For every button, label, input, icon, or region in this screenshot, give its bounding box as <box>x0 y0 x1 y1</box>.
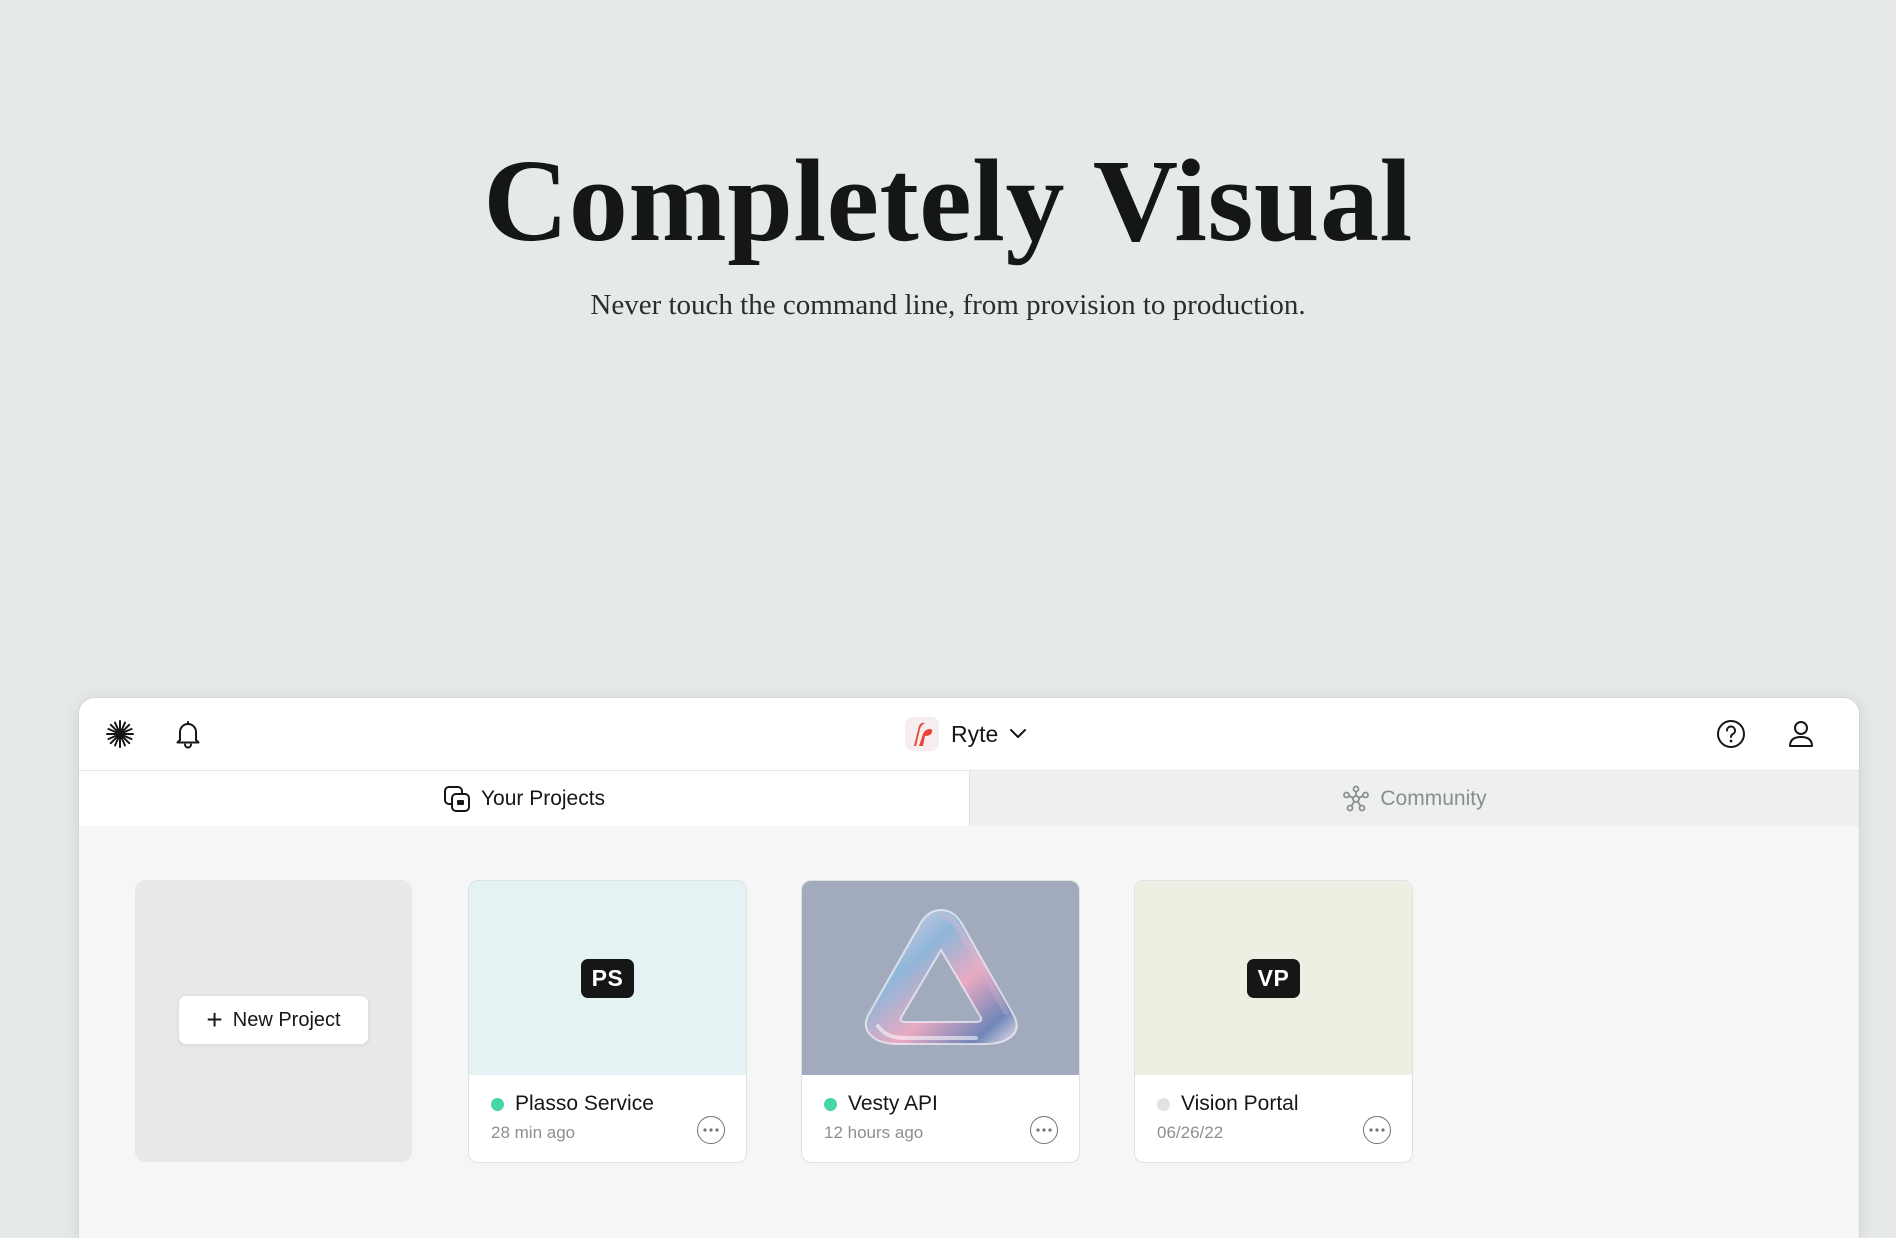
tab-community[interactable]: Community <box>969 771 1859 826</box>
project-card[interactable]: PS Plasso Service 28 min ago <box>468 880 747 1163</box>
workspace-name: Ryte <box>951 720 999 747</box>
project-initials-badge: VP <box>1246 958 1301 998</box>
project-name: Vesty API <box>848 1092 938 1115</box>
project-name: Plasso Service <box>515 1092 654 1115</box>
help-icon[interactable] <box>1713 716 1749 752</box>
hero: Completely Visual Never touch the comman… <box>0 0 1896 680</box>
projects-icon <box>443 785 470 812</box>
project-thumbnail: VP <box>1135 881 1412 1075</box>
chevron-down-icon <box>1010 729 1027 738</box>
ryte-logo <box>905 717 939 751</box>
tab-your-projects[interactable]: Your Projects <box>79 771 969 826</box>
new-project-card: + New Project <box>135 880 412 1162</box>
status-dot <box>491 1098 504 1111</box>
app-window: Ryte Your Projects Community + New Proje… <box>79 698 1859 1238</box>
project-updated-time: 12 hours ago <box>824 1123 924 1142</box>
project-initials-badge: PS <box>580 958 635 998</box>
projects-grid: + New Project PS Plasso Service 28 min a… <box>79 826 1859 1238</box>
tab-bar: Your Projects Community <box>79 771 1859 826</box>
plus-icon: + <box>206 1004 223 1035</box>
project-thumbnail: PS <box>469 881 746 1075</box>
project-card[interactable]: VP Vision Portal 06/26/22 <box>1134 880 1413 1163</box>
tab-label: Your Projects <box>480 786 606 810</box>
glass-triangle-image <box>864 908 1018 1045</box>
project-name: Vision Portal <box>1181 1092 1299 1115</box>
more-options-icon[interactable] <box>1030 1116 1058 1144</box>
more-options-icon[interactable] <box>697 1116 725 1144</box>
top-bar: Ryte <box>79 698 1859 771</box>
project-updated-time: 28 min ago <box>491 1123 576 1142</box>
sparkle-icon[interactable] <box>102 716 138 752</box>
project-updated-time: 06/26/22 <box>1157 1123 1224 1142</box>
hero-title: Completely Visual <box>483 135 1413 266</box>
status-dot <box>824 1098 837 1111</box>
user-icon[interactable] <box>1783 716 1819 752</box>
status-dot <box>1157 1098 1170 1111</box>
workspace-switcher[interactable]: Ryte <box>905 714 1028 754</box>
tab-label: Community <box>1380 786 1487 810</box>
bell-icon[interactable] <box>170 716 206 752</box>
project-card[interactable]: Vesty API 12 hours ago <box>801 880 1080 1163</box>
new-project-label: New Project <box>232 1008 341 1031</box>
project-thumbnail <box>802 881 1079 1075</box>
hero-subtitle: Never touch the command line, from provi… <box>590 289 1306 321</box>
more-options-icon[interactable] <box>1363 1116 1391 1144</box>
new-project-button[interactable]: + New Project <box>178 995 369 1045</box>
community-icon <box>1343 785 1370 811</box>
